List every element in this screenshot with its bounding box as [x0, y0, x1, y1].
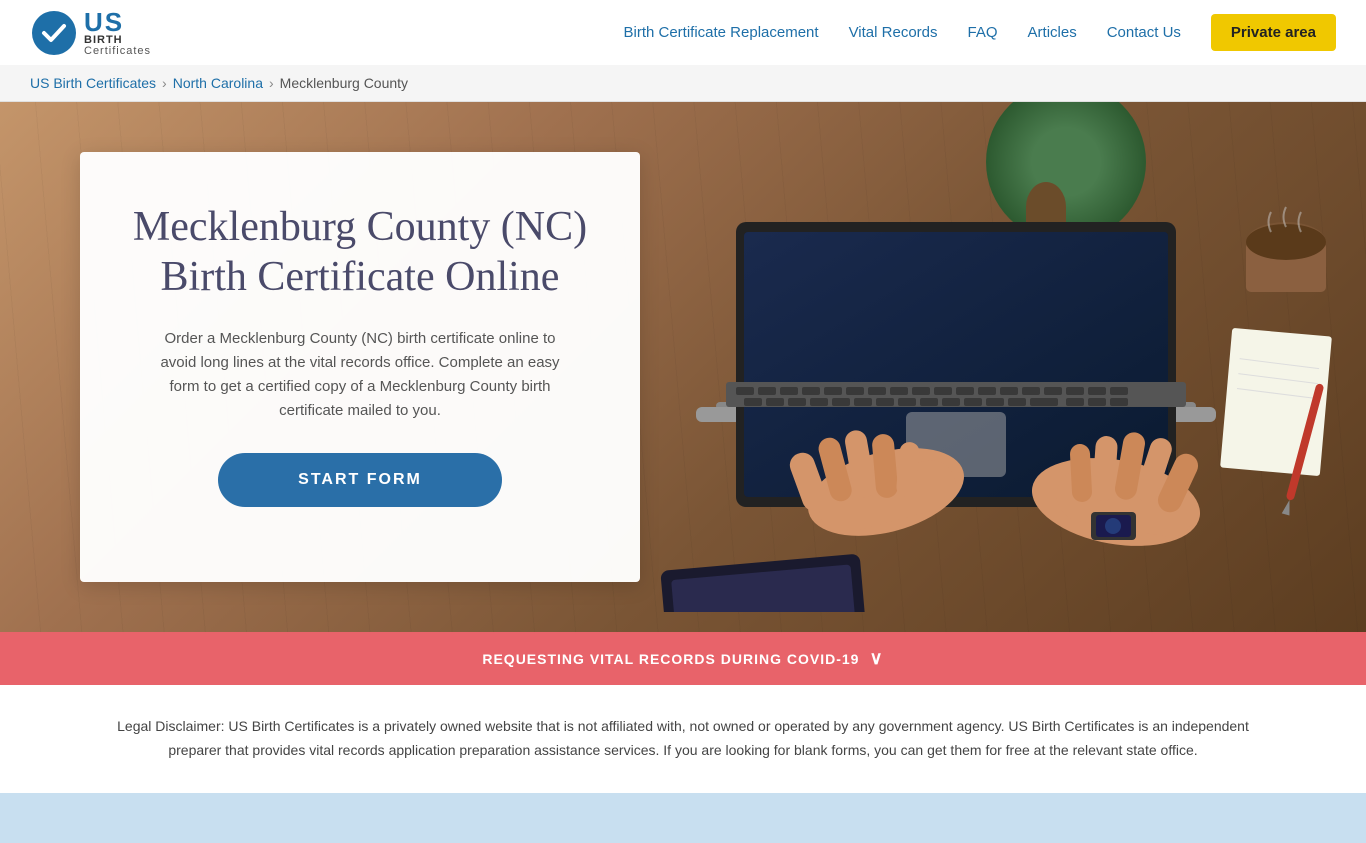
logo-us-text: US	[84, 9, 151, 35]
covid-banner[interactable]: REQUESTING VITAL RECORDS DURING COVID-19…	[0, 632, 1366, 685]
breadcrumb-state[interactable]: North Carolina	[173, 75, 263, 91]
nav-birth-cert[interactable]: Birth Certificate Replacement	[623, 24, 818, 41]
disclaimer-text: Legal Disclaimer: US Birth Certificates …	[100, 715, 1266, 763]
breadcrumb-sep2: ›	[269, 75, 274, 91]
nav-faq[interactable]: FAQ	[968, 24, 998, 41]
nav-private-area[interactable]: Private area	[1211, 14, 1336, 51]
nav-articles[interactable]: Articles	[1028, 24, 1077, 41]
breadcrumb-current: Mecklenburg County	[280, 75, 408, 91]
covid-banner-text: REQUESTING VITAL RECORDS DURING COVID-19	[482, 651, 859, 667]
nav-contact[interactable]: Contact Us	[1107, 24, 1181, 41]
main-nav: Birth Certificate Replacement Vital Reco…	[623, 14, 1336, 51]
disclaimer-section: Legal Disclaimer: US Birth Certificates …	[0, 685, 1366, 793]
logo-text: US BIRTH Certificates	[84, 9, 151, 57]
site-header: US BIRTH Certificates Birth Certificate …	[0, 0, 1366, 65]
logo-certs-text: Certificates	[84, 46, 151, 57]
covid-chevron-icon: ∨	[869, 648, 883, 669]
hero-description: Order a Mecklenburg County (NC) birth ce…	[150, 327, 570, 423]
hero-title: Mecklenburg County (NC) Birth Certificat…	[130, 202, 590, 303]
breadcrumb-sep1: ›	[162, 75, 167, 91]
hero-laptop-image	[636, 182, 1336, 612]
start-form-button[interactable]: START FORM	[218, 453, 502, 507]
hero-card: Mecklenburg County (NC) Birth Certificat…	[80, 152, 640, 582]
footer-area	[0, 793, 1366, 843]
logo-icon	[30, 9, 78, 57]
hero-section: Mecklenburg County (NC) Birth Certificat…	[0, 102, 1366, 632]
nav-vital-records[interactable]: Vital Records	[849, 24, 938, 41]
logo-birth-text: BIRTH	[84, 35, 151, 46]
logo[interactable]: US BIRTH Certificates	[30, 9, 151, 57]
breadcrumb: US Birth Certificates › North Carolina ›…	[0, 65, 1366, 102]
breadcrumb-home[interactable]: US Birth Certificates	[30, 75, 156, 91]
